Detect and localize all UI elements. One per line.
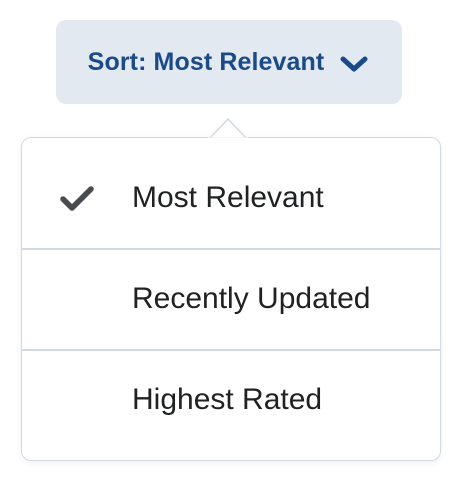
checkmark-icon: [60, 186, 94, 211]
menu-item-recently-updated[interactable]: Recently Updated: [22, 249, 440, 349]
menu-item-highest-rated[interactable]: Highest Rated: [22, 350, 440, 450]
menu-item-label: Recently Updated: [132, 282, 371, 315]
checkmark-slot: [22, 350, 132, 450]
sort-menu: Most Relevant Recently Updated Highest R…: [21, 137, 441, 461]
menu-item-label: Highest Rated: [132, 383, 323, 416]
sort-button[interactable]: Sort: Most Relevant: [56, 20, 402, 104]
menu-item-label: Most Relevant: [132, 181, 324, 214]
sort-button-label: Sort: Most Relevant: [87, 47, 325, 76]
menu-item-most-relevant[interactable]: Most Relevant: [22, 148, 440, 248]
checkmark-slot: [22, 148, 132, 248]
checkmark-slot: [22, 249, 132, 349]
chevron-down-icon: [338, 52, 370, 76]
sort-dropdown: Sort: Most Relevant Most Relevant Recent…: [0, 0, 464, 482]
